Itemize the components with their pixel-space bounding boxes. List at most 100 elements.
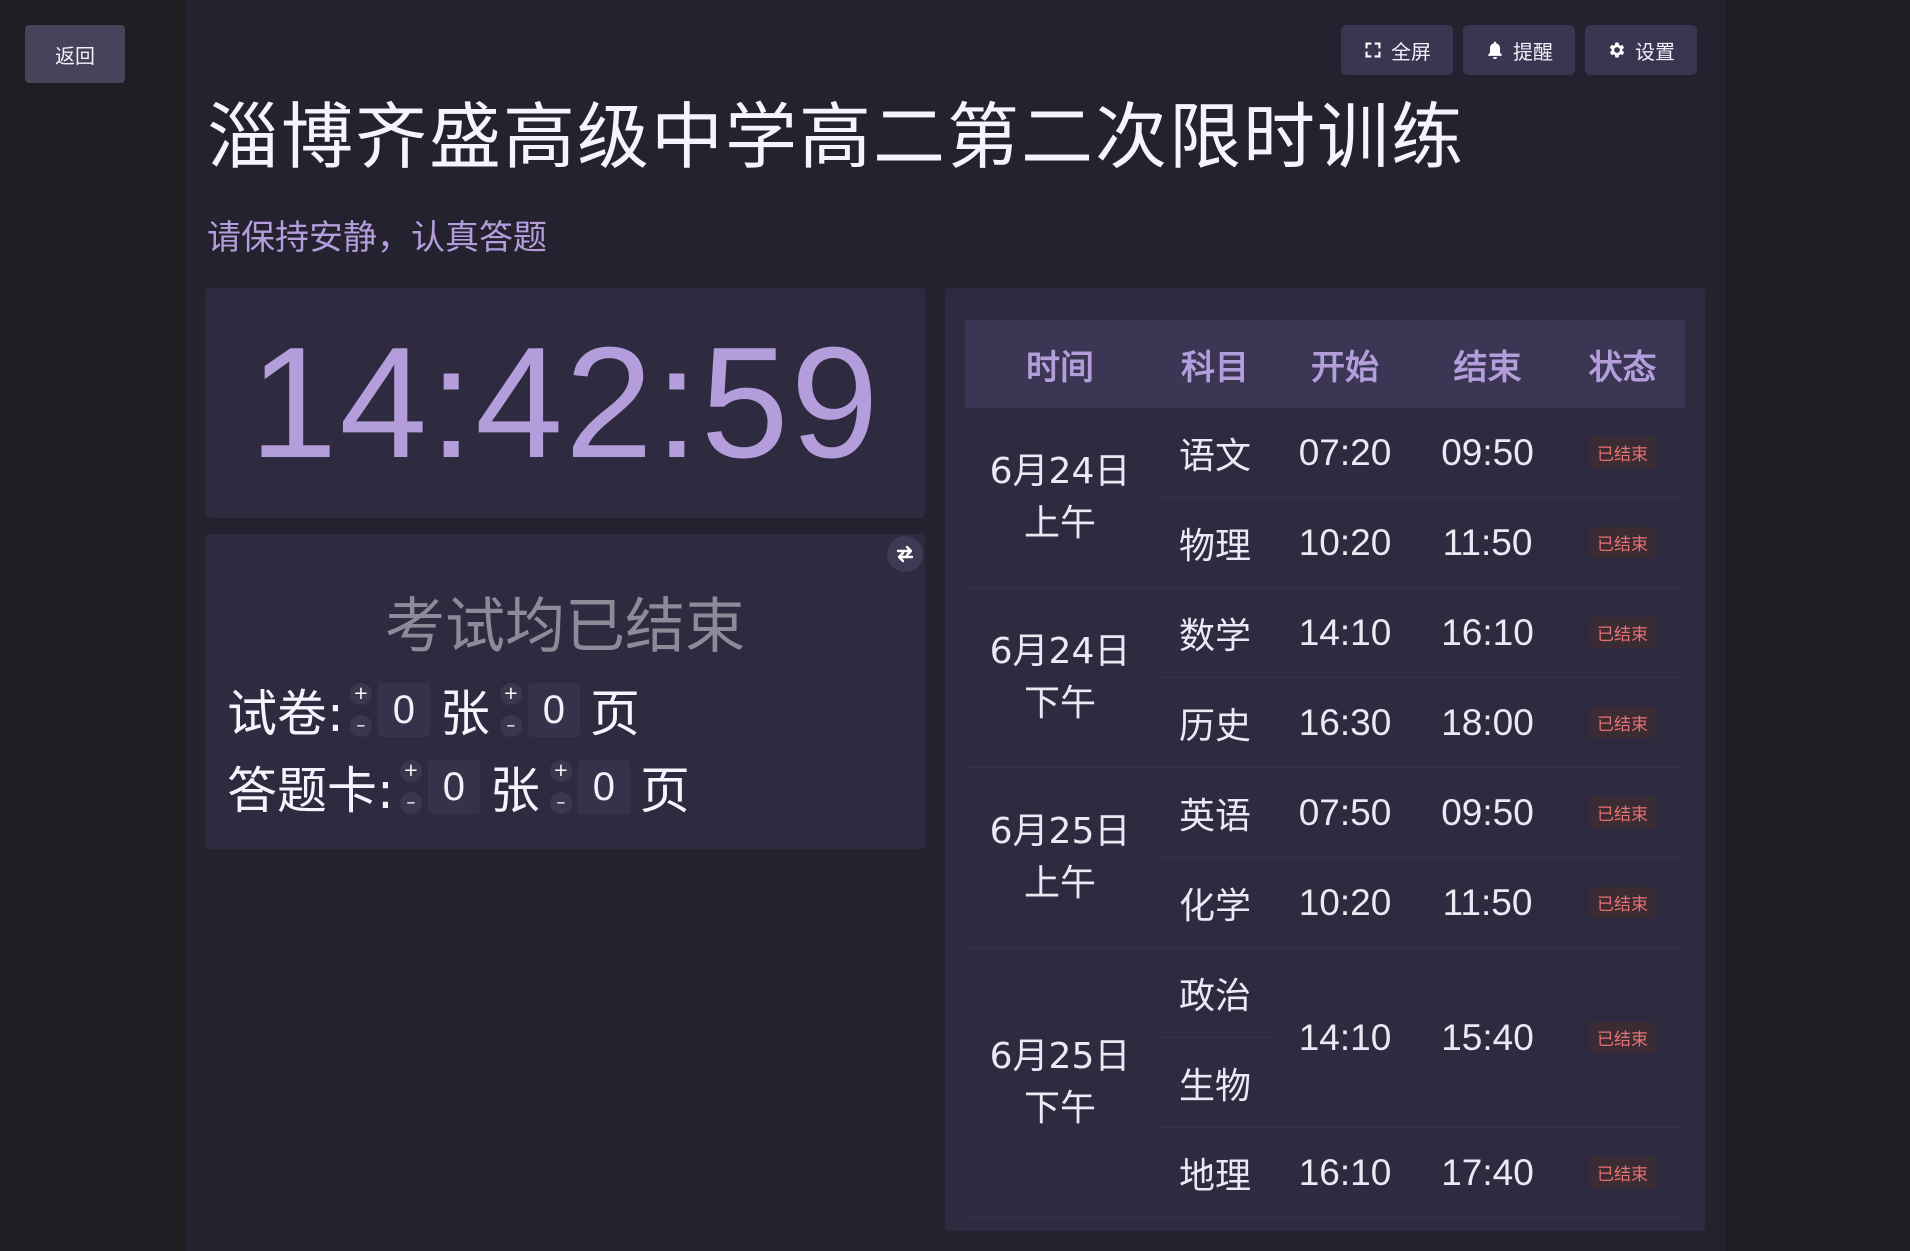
bell-icon: [1488, 41, 1502, 60]
header-status: 状态: [1560, 320, 1685, 408]
session-day: 6月24日: [989, 630, 1131, 672]
exam-clock-page: 返回 全屏 提醒 设置 淄博齐盛高级中学高二第二次限时训练 请保持安静，认真答题…: [0, 0, 1910, 1251]
card-sheets-minus-button[interactable]: –: [399, 792, 422, 814]
start-time-cell: 10:20: [1275, 857, 1415, 948]
paper-sheets-stepper: + –: [349, 683, 372, 737]
start-time-cell: 07:20: [1275, 408, 1415, 498]
reminder-label: 提醒: [1513, 39, 1553, 64]
status-badge: 已结束: [1590, 527, 1655, 558]
start-time-cell: 16:10: [1275, 1127, 1415, 1218]
paper-pages-value[interactable]: 0: [527, 683, 580, 737]
page-subtitle: 请保持安静，认真答题: [207, 218, 547, 258]
status-badge: 已结束: [1590, 1022, 1655, 1053]
paper-sheets-minus-button[interactable]: –: [349, 715, 372, 737]
session-period: 下午: [1023, 682, 1096, 724]
paper-sheets-value[interactable]: 0: [377, 683, 430, 737]
end-time-cell: 09:50: [1415, 408, 1560, 498]
session-day: 6月24日: [989, 450, 1131, 492]
subject-cell: 地理: [1155, 1127, 1275, 1218]
settings-button[interactable]: 设置: [1585, 25, 1697, 75]
current-time: 14:42:59: [249, 315, 881, 491]
page-unit: 页: [639, 762, 690, 820]
paper-pages-stepper: + –: [499, 683, 522, 737]
subject-cell: 数学: [1155, 587, 1275, 678]
paper-pages-plus-button[interactable]: +: [499, 683, 522, 705]
start-time-cell: 14:10: [1275, 587, 1415, 678]
session-date: 6月25日 上午: [965, 767, 1155, 948]
swap-icon: [896, 545, 914, 563]
status-cell: 已结束: [1560, 947, 1685, 1128]
end-time-cell: 18:00: [1415, 677, 1560, 768]
back-button[interactable]: 返回: [25, 25, 125, 83]
table-row: 6月25日 下午 政治 14:10 15:40 已结束: [965, 947, 1685, 1218]
status-badge: 已结束: [1590, 707, 1655, 738]
start-time-cell: 07:50: [1275, 767, 1415, 858]
status-cell: 已结束: [1560, 497, 1685, 588]
fullscreen-label: 全屏: [1391, 39, 1431, 64]
session-date: 6月24日 上午: [965, 408, 1155, 588]
card-pages-plus-button[interactable]: +: [549, 760, 572, 782]
subject-cell: 化学: [1155, 857, 1275, 948]
session-day: 6月25日: [989, 1035, 1131, 1077]
paper-label: 试卷:: [227, 685, 344, 743]
paper-pages-minus-button[interactable]: –: [499, 715, 522, 737]
status-cell: 已结束: [1560, 587, 1685, 678]
card-sheets-plus-button[interactable]: +: [399, 760, 422, 782]
card-label: 答题卡:: [227, 762, 394, 820]
status-badge: 已结束: [1590, 797, 1655, 828]
table-row: 6月24日 上午 语文 07:20 09:50 已结束: [965, 408, 1685, 588]
end-time-cell: 15:40: [1415, 947, 1560, 1128]
status-cell: 已结束: [1560, 677, 1685, 768]
schedule-header-row: 时间 科目 开始 结束 状态: [965, 320, 1685, 408]
top-actions: 全屏 提醒 设置: [1341, 25, 1697, 75]
main-panel: 全屏 提醒 设置 淄博齐盛高级中学高二第二次限时训练 请保持安静，认真答题 14…: [185, 0, 1725, 1251]
header-time: 时间: [965, 320, 1155, 408]
table-row: 6月24日 下午 数学 14:10 16:10 已结束: [965, 587, 1685, 768]
swap-button[interactable]: [887, 536, 923, 572]
subject-cell: 语文: [1155, 408, 1275, 498]
gear-icon: [1609, 42, 1625, 58]
header-start: 开始: [1275, 320, 1415, 408]
status-badge: 已结束: [1590, 887, 1655, 918]
status-cell: 已结束: [1560, 1127, 1685, 1218]
card-pages-minus-button[interactable]: –: [549, 792, 572, 814]
subject-cell: 政治: [1155, 947, 1275, 1038]
page-title: 淄博齐盛高级中学高二第二次限时训练: [207, 95, 1466, 179]
start-time-cell: 16:30: [1275, 677, 1415, 768]
status-badge: 已结束: [1590, 1157, 1655, 1188]
start-time-cell: 10:20: [1275, 497, 1415, 588]
end-time-cell: 11:50: [1415, 497, 1560, 588]
paper-sheets-plus-button[interactable]: +: [349, 683, 372, 705]
fullscreen-button[interactable]: 全屏: [1341, 25, 1453, 75]
settings-label: 设置: [1635, 39, 1675, 64]
session-date: 6月25日 下午: [965, 947, 1155, 1218]
session-period: 上午: [1023, 862, 1096, 904]
table-row: 6月25日 上午 英语 07:50 09:50 已结束: [965, 767, 1685, 948]
end-time-cell: 17:40: [1415, 1127, 1560, 1218]
subject-cell: 物理: [1155, 497, 1275, 588]
fullscreen-icon: [1365, 42, 1381, 58]
header-subject: 科目: [1155, 320, 1275, 408]
status-card: 考试均已结束 试卷: + – 0 张 + – 0 页 答题卡: + – 0 张 …: [205, 534, 925, 849]
subject-cell: 英语: [1155, 767, 1275, 858]
card-sheets-value[interactable]: 0: [427, 760, 480, 814]
exam-status-message: 考试均已结束: [385, 592, 745, 662]
schedule-card: 时间 科目 开始 结束 状态 6月24日 上午 语文 07:20 09:50 已…: [945, 288, 1705, 1231]
card-pages-stepper: + –: [549, 760, 572, 814]
session-day: 6月25日: [989, 810, 1131, 852]
card-pages-value[interactable]: 0: [577, 760, 630, 814]
clock-card: 14:42:59: [205, 288, 925, 518]
session-period: 上午: [1023, 502, 1096, 544]
reminder-button[interactable]: 提醒: [1463, 25, 1575, 75]
status-cell: 已结束: [1560, 767, 1685, 858]
status-cell: 已结束: [1560, 408, 1685, 498]
subject-cell: 生物: [1155, 1037, 1275, 1128]
sheet-unit: 张: [439, 685, 490, 743]
end-time-cell: 09:50: [1415, 767, 1560, 858]
status-badge: 已结束: [1590, 617, 1655, 648]
sheet-unit: 张: [489, 762, 540, 820]
card-count-row: 答题卡: + – 0 张 + – 0 页: [227, 751, 694, 823]
session-date: 6月24日 下午: [965, 587, 1155, 768]
schedule-table: 时间 科目 开始 结束 状态 6月24日 上午 语文 07:20 09:50 已…: [965, 320, 1685, 1218]
card-sheets-stepper: + –: [399, 760, 422, 814]
